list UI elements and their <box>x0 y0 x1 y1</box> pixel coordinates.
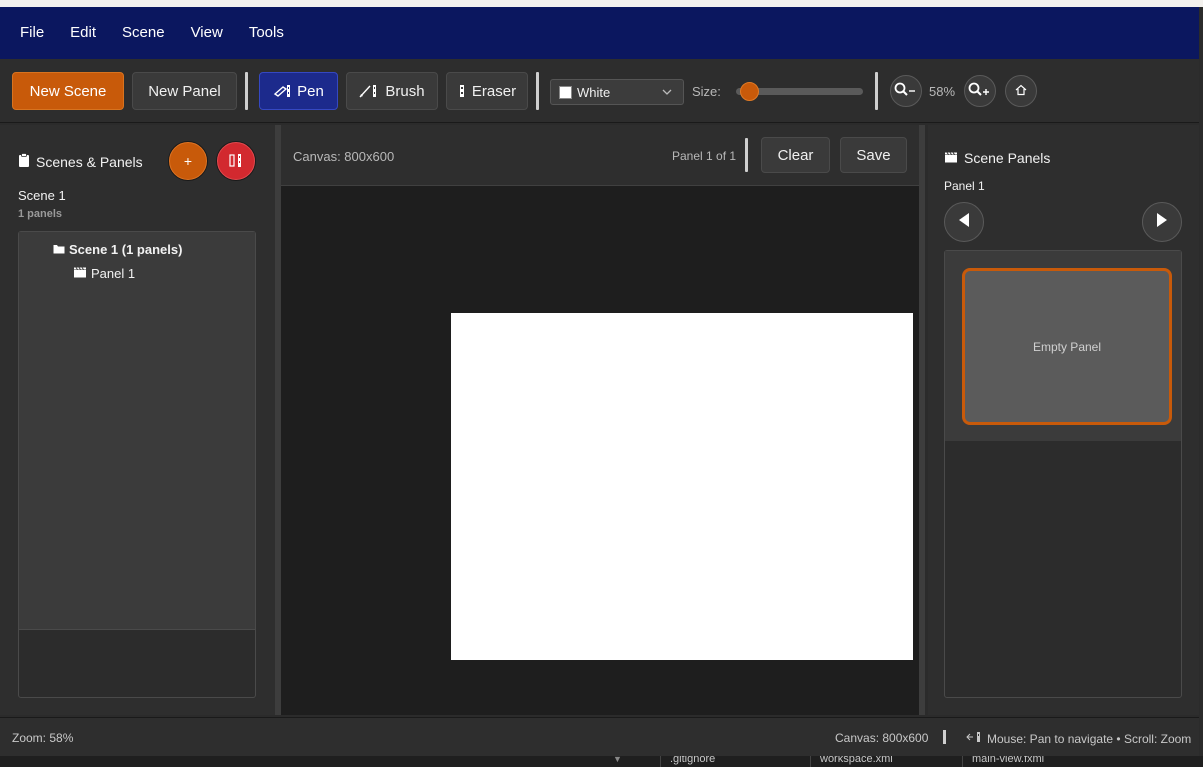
new-panel-label: New Panel <box>148 82 221 100</box>
save-label: Save <box>856 146 891 164</box>
scene-panels-title: Scene Panels <box>964 150 1051 166</box>
arrow-right-icon <box>1155 212 1169 233</box>
toolbar: New Scene New Panel Pen Brush Eraser Whi… <box>0 59 1199 123</box>
brush-icon <box>359 84 379 98</box>
new-panel-button[interactable]: New Panel <box>132 72 237 110</box>
tree-scene-label: Scene 1 (1 panels) <box>69 242 183 257</box>
panel-thumbnails: Empty Panel <box>944 250 1182 698</box>
ide-tab-divider <box>962 756 963 767</box>
eraser-tool-button[interactable]: Eraser <box>446 72 528 110</box>
pen-label: Pen <box>297 82 324 100</box>
scene-tree-list: Scene 1 (1 panels) Panel 1 <box>19 232 255 630</box>
pen-tool-button[interactable]: Pen <box>259 72 338 110</box>
ide-tab-workspace[interactable]: workspace.xml <box>820 756 893 765</box>
clear-label: Clear <box>777 146 814 164</box>
drawing-canvas[interactable] <box>451 313 913 660</box>
delete-scene-button[interactable] <box>217 142 255 180</box>
arrow-left-icon <box>957 212 971 233</box>
ide-tab-gitignore[interactable]: .gitignore <box>670 756 715 765</box>
reset-view-button[interactable] <box>1005 75 1037 107</box>
tree-panel-label: Panel 1 <box>91 266 136 281</box>
add-icon: + <box>183 153 193 169</box>
header-separator <box>745 138 748 172</box>
color-select-value: White <box>577 84 611 100</box>
panel-thumbnail[interactable]: Empty Panel <box>962 268 1172 425</box>
next-panel-button[interactable] <box>1142 202 1182 242</box>
zoom-in-icon <box>968 82 992 101</box>
scene-panels-header: Scene Panels <box>944 150 1050 166</box>
scenes-panel-header: Scenes & Panels <box>18 153 143 171</box>
background-ide-tabs: ▼ .gitignore workspace.xml main-view.fxm… <box>0 756 1203 767</box>
menu-tools[interactable]: Tools <box>237 7 296 59</box>
eraser-label: Eraser <box>471 82 517 100</box>
status-separator <box>943 730 946 744</box>
status-canvas: Canvas: 800x600 <box>835 731 929 745</box>
folder-icon <box>53 242 65 257</box>
zoom-out-icon <box>894 82 918 101</box>
canvas-viewport[interactable] <box>281 186 919 715</box>
color-swatch <box>559 85 572 99</box>
clear-button[interactable]: Clear <box>761 137 830 173</box>
size-label: Size: <box>692 84 721 99</box>
current-scene-name: Scene 1 <box>18 188 66 203</box>
size-slider-thumb[interactable] <box>739 82 759 101</box>
ide-tab-divider <box>660 756 661 767</box>
clapperboard-icon <box>944 150 958 166</box>
menu-edit[interactable]: Edit <box>58 7 108 59</box>
pen-icon <box>273 84 291 98</box>
eraser-icon <box>458 84 466 98</box>
clipboard-icon <box>18 153 30 171</box>
add-scene-button[interactable]: + <box>169 142 207 180</box>
clapperboard-icon <box>73 266 87 281</box>
canvas-header: Canvas: 800x600 Panel 1 of 1 Clear Save <box>281 125 919 186</box>
scene-tree: Scene 1 (1 panels) Panel 1 <box>18 231 256 698</box>
scene-panels-panel: Scene Panels Panel 1 Empty Panel <box>928 125 1199 715</box>
new-scene-button[interactable]: New Scene <box>12 72 124 110</box>
toolbar-separator <box>536 72 539 110</box>
zoom-in-button[interactable] <box>964 75 996 107</box>
toolbar-separator <box>245 72 248 110</box>
status-hint: Mouse: Pan to navigate • Scroll: Zoom <box>966 731 1191 746</box>
home-icon <box>1015 84 1027 99</box>
tree-scene-item[interactable]: Scene 1 (1 panels) <box>53 242 182 257</box>
thumbnail-strip: Empty Panel <box>945 251 1181 441</box>
menu-view[interactable]: View <box>179 7 235 59</box>
current-panel-name: Panel 1 <box>944 179 985 193</box>
thumbnail-label: Empty Panel <box>1032 339 1102 354</box>
scenes-panel: Scenes & Panels + Scene 1 1 panels Scene… <box>0 125 275 715</box>
status-bar: Zoom: 58% Canvas: 800x600 Mouse: Pan to … <box>0 717 1199 756</box>
status-hint-text: Mouse: Pan to navigate • Scroll: Zoom <box>987 731 1192 746</box>
ide-tab-divider <box>810 756 811 767</box>
current-scene-count: 1 panels <box>18 208 63 220</box>
save-button[interactable]: Save <box>840 137 907 173</box>
right-splitter[interactable] <box>919 125 925 715</box>
brush-tool-button[interactable]: Brush <box>346 72 438 110</box>
caret-down-icon: ▼ <box>613 756 622 764</box>
panel-indicator: Panel 1 of 1 <box>672 149 737 163</box>
zoom-value: 58% <box>929 84 956 99</box>
color-select[interactable]: White <box>550 79 684 105</box>
delete-icon <box>228 152 244 171</box>
canvas-info: Canvas: 800x600 <box>293 149 395 164</box>
status-zoom: Zoom: 58% <box>12 731 74 745</box>
brush-label: Brush <box>385 82 425 100</box>
ide-tab-main-view[interactable]: main-view.fxml <box>972 756 1044 765</box>
toolbar-separator <box>875 72 878 110</box>
scenes-panel-title: Scenes & Panels <box>36 154 143 170</box>
new-scene-label: New Scene <box>29 82 107 100</box>
previous-panel-button[interactable] <box>944 202 984 242</box>
menu-file[interactable]: File <box>8 7 56 59</box>
tree-panel-item[interactable]: Panel 1 <box>73 266 135 281</box>
zoom-out-button[interactable] <box>890 75 922 107</box>
menu-bar: File Edit Scene View Tools <box>0 7 1199 59</box>
mouse-icon <box>966 731 984 746</box>
chevron-down-icon <box>661 86 673 101</box>
menu-scene[interactable]: Scene <box>110 7 177 59</box>
window-top-strip <box>0 0 1203 7</box>
